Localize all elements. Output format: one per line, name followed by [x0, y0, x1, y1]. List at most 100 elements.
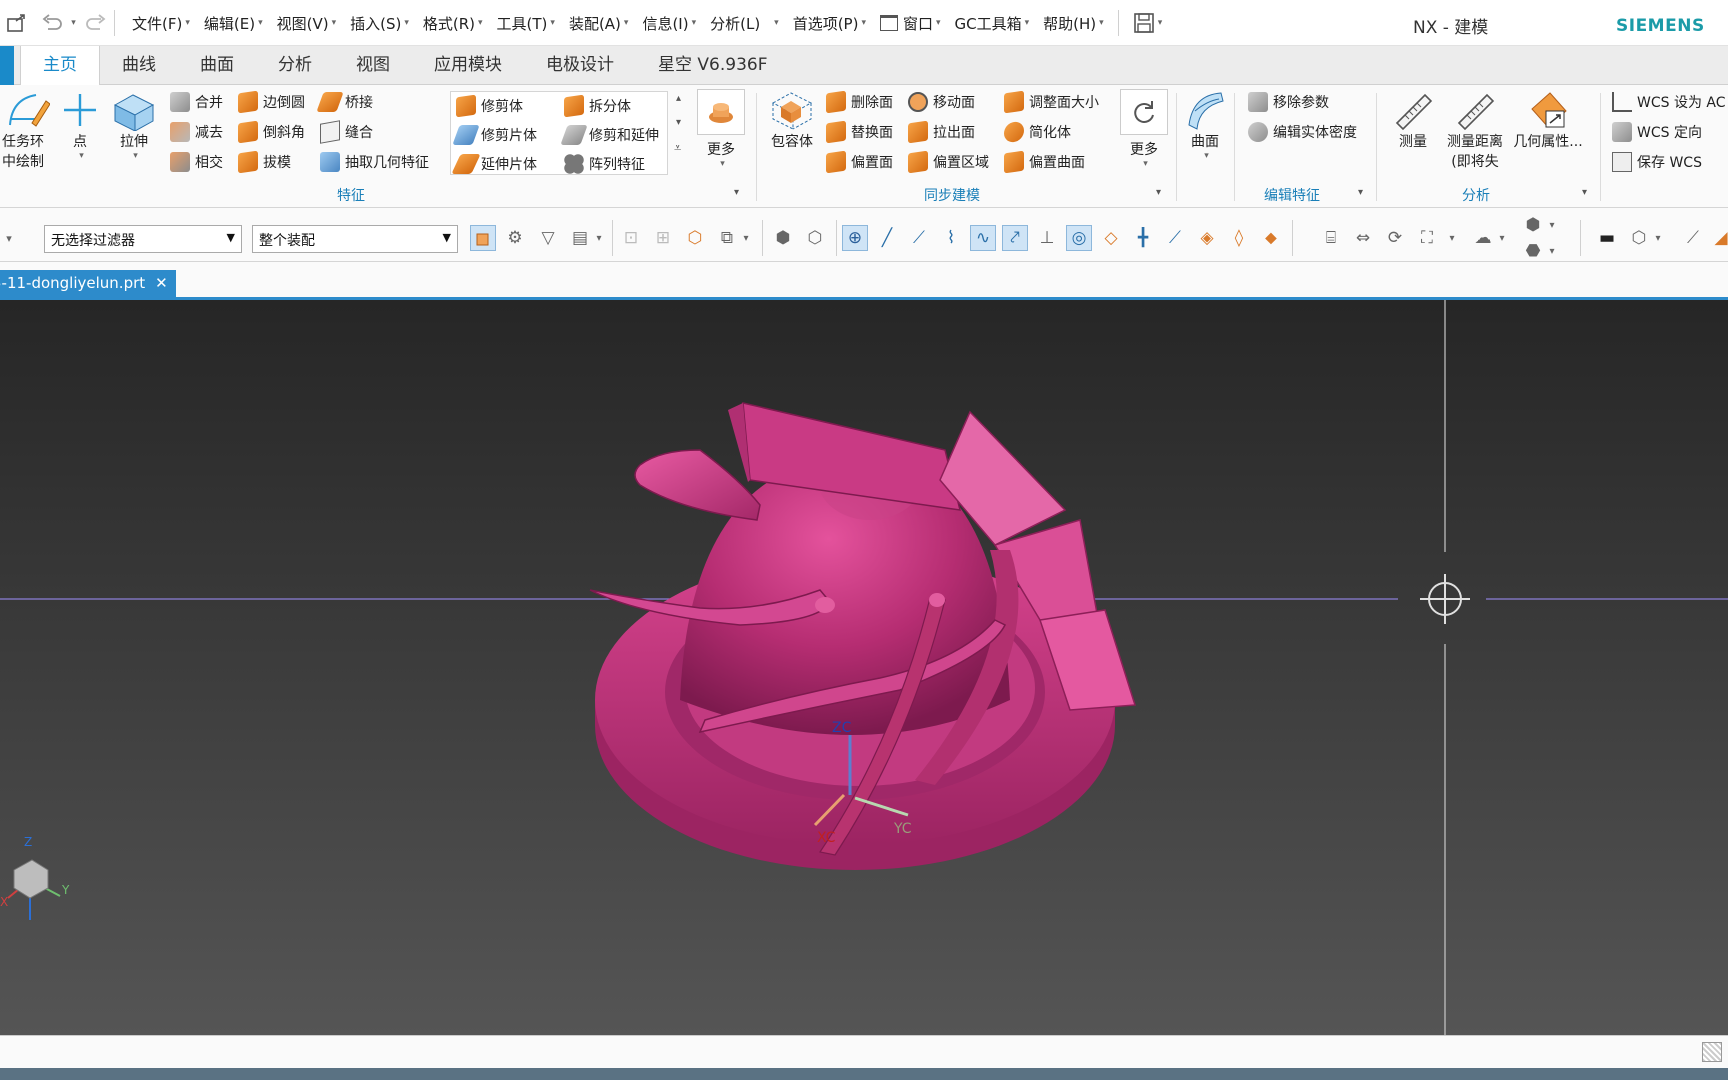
snap-tangent-icon[interactable]: ⟋ [1162, 225, 1188, 251]
feature-group-menu-icon[interactable]: ▾ [734, 187, 739, 198]
fit-view-icon[interactable]: ⌸ [1318, 225, 1344, 251]
snap-center-icon[interactable]: ◎ [1066, 225, 1092, 251]
select-parent-icon[interactable]: ⊞ [650, 225, 676, 251]
paint-icon[interactable]: ◢ [1708, 225, 1728, 251]
close-icon[interactable]: ✕ [155, 274, 168, 297]
menu-window[interactable]: 窗口 ▾ [879, 13, 941, 34]
filter-icon-1[interactable]: ⚙ [502, 225, 528, 251]
snap-bounded-icon[interactable]: ◊ [1226, 225, 1252, 251]
measure-button[interactable]: 测量 [1386, 89, 1440, 151]
undo-dropdown-icon[interactable]: ▾ [66, 11, 78, 35]
offset-region-button[interactable]: 偏置区域 [908, 150, 989, 174]
menu-insert[interactable]: 插入(S) ▾ [350, 13, 409, 34]
snap-curve-icon[interactable]: ⌇ [938, 225, 964, 251]
menu-preferences[interactable]: 首选项(P) ▾ [793, 13, 866, 34]
snap-endpoint-icon[interactable]: ⊕ [842, 225, 868, 251]
delete-face-button[interactable]: 删除面 [826, 90, 893, 114]
geometric-properties-button[interactable]: 几何属性... [1510, 89, 1586, 151]
extract-geometry-button[interactable]: 抽取几何特征 [320, 150, 429, 174]
offset-face-button[interactable]: 偏置面 [826, 150, 893, 174]
menu-edit[interactable]: 编辑(E) ▾ [204, 13, 263, 34]
deselect-icon[interactable]: ⊡ [618, 225, 644, 251]
trim-body-button[interactable]: 修剪体 [456, 94, 523, 118]
pattern-feature-button[interactable]: 阵列特征 [564, 152, 645, 176]
select-scope-icon[interactable]: ▤ [567, 225, 593, 251]
snap-midpoint-icon[interactable]: ⟋ [906, 225, 932, 251]
menu-help[interactable]: 帮助(H) ▾ [1043, 13, 1104, 34]
menu-analysis[interactable]: 分析(L) ▾ [710, 13, 779, 34]
snap-line-icon[interactable]: ╱ [874, 225, 900, 251]
trim-and-extend-button[interactable]: 修剪和延伸 [560, 123, 659, 147]
selection-scope-select[interactable]: 整个装配 ▼ [252, 225, 458, 253]
simplify-body-button[interactable]: 简化体 [1004, 120, 1071, 144]
redo-icon[interactable] [84, 11, 108, 35]
surface-button[interactable]: 曲面 ▾ [1180, 89, 1230, 161]
select-body-icon[interactable]: ⬡ [682, 225, 708, 251]
wcs-set-to-absolute-button[interactable]: WCS 设为 AC [1612, 90, 1726, 114]
sketch-in-task-button[interactable]: 任务环 中绘制 [0, 89, 56, 171]
save-icon[interactable]: ▾ [1133, 12, 1162, 34]
edit-section-icon[interactable]: ⬣ [1522, 240, 1544, 262]
select-face-dropdown-icon[interactable]: ▾ [740, 225, 752, 251]
edit-group-menu-icon[interactable]: ▾ [1358, 187, 1363, 198]
intersect-button[interactable]: 相交 [170, 150, 223, 174]
tab-xingkong[interactable]: 星空 V6.936F [636, 46, 789, 85]
zoom-icon[interactable]: ⛶ [1414, 225, 1440, 251]
face-filter-icon[interactable]: ⬡ [802, 225, 828, 251]
select-face-icon[interactable]: ⧉ [714, 225, 740, 251]
layer-dropdown-icon[interactable]: ▾ [1652, 225, 1664, 251]
point-dropdown-icon[interactable]: ▾ [79, 151, 84, 161]
bounding-body-button[interactable]: 包容体 [762, 89, 822, 151]
resize-grip-icon[interactable] [1702, 1042, 1722, 1062]
subtract-button[interactable]: 减去 [170, 120, 223, 144]
tab-curve[interactable]: 曲线 [100, 46, 178, 85]
body-filter-icon[interactable]: ⬢ [770, 225, 796, 251]
snap-face-point-icon[interactable]: ◈ [1194, 225, 1220, 251]
sync-group-menu-icon[interactable]: ▾ [1156, 187, 1161, 198]
menu-info[interactable]: 信息(I) ▾ [642, 13, 696, 34]
point-button[interactable]: 点 ▾ [58, 89, 102, 161]
tab-home[interactable]: 主页 [20, 46, 100, 86]
quick-access-icon[interactable] [5, 11, 29, 35]
snap-quadrant-icon[interactable]: ◇ [1098, 225, 1124, 251]
snap-intersection-icon[interactable]: ╋ [1130, 225, 1156, 251]
remove-parameters-button[interactable]: 移除参数 [1248, 90, 1329, 114]
document-tab[interactable]: 5-11-dongliyelun.prt ✕ [0, 270, 176, 297]
pull-face-button[interactable]: 拉出面 [908, 120, 975, 144]
snap-plane-icon[interactable]: ⬥ [1258, 225, 1284, 251]
view-orient-dropdown-icon[interactable]: ▾ [1446, 225, 1458, 251]
trim-sheet-button[interactable]: 修剪片体 [452, 123, 537, 147]
feature-more-button[interactable]: 更多 ▾ [694, 89, 748, 169]
tab-view[interactable]: 视图 [334, 46, 412, 85]
gallery-scroll-up-icon[interactable]: ▴ [676, 93, 681, 104]
gallery-scroll-down-icon[interactable]: ▾ [676, 117, 681, 128]
tab-electrode-design[interactable]: 电极设计 [524, 46, 636, 85]
extend-sheet-button[interactable]: 延伸片体 [451, 152, 537, 176]
unite-button[interactable]: 合并 [170, 90, 223, 114]
menu-file[interactable]: 文件(F) ▾ [132, 13, 190, 34]
tab-analysis[interactable]: 分析 [256, 46, 334, 85]
move-face-button[interactable]: 移动面 [908, 90, 975, 114]
menu-tools[interactable]: 工具(T) ▾ [497, 13, 555, 34]
rotate-icon[interactable]: ⟳ [1382, 225, 1408, 251]
resize-face-button[interactable]: 调整面大小 [1004, 90, 1099, 114]
sync-more-button[interactable]: 更多 ▾ [1118, 89, 1170, 169]
draft-button[interactable]: 拔模 [238, 150, 291, 174]
filter-funnel-icon[interactable]: ▽ [535, 225, 561, 251]
menu-format[interactable]: 格式(R) ▾ [423, 13, 483, 34]
menu-dropdown-icon[interactable]: ▾ [0, 225, 18, 251]
graphics-viewport[interactable]: ZC XC YC Z Y X [0, 300, 1728, 1035]
offset-surface-button[interactable]: 偏置曲面 [1004, 150, 1085, 174]
extrude-button[interactable]: 拉伸 ▾ [106, 89, 162, 161]
edge-blend-button[interactable]: 边倒圆 [238, 90, 305, 114]
select-scope-dropdown-icon[interactable]: ▾ [593, 225, 605, 251]
bridge-button[interactable]: 桥接 [316, 90, 373, 114]
snap-spline-icon[interactable]: ∿ [970, 225, 996, 251]
edit-section-dropdown-icon[interactable]: ▾ [1546, 240, 1558, 262]
select-features-icon[interactable] [470, 225, 496, 251]
chamfer-button[interactable]: 倒斜角 [238, 120, 305, 144]
replace-face-button[interactable]: 替换面 [826, 120, 893, 144]
pan-icon[interactable]: ⇔ [1350, 225, 1376, 251]
menu-gc-toolbox[interactable]: GC工具箱 ▾ [955, 13, 1030, 34]
sew-button[interactable]: 缝合 [320, 120, 373, 144]
